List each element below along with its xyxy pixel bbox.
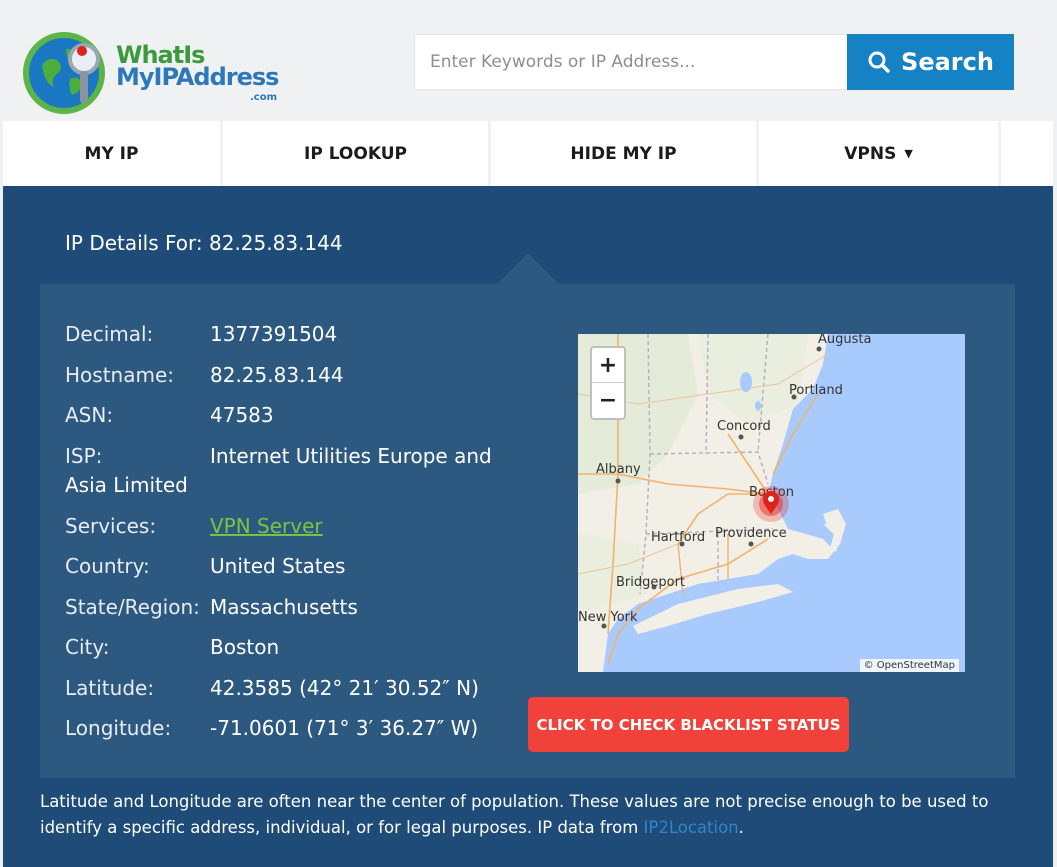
detail-row-asn: ASN: 47583 [65, 403, 515, 444]
map-label-augusta: Augusta [818, 334, 872, 347]
detail-row-longitude: Longitude: -71.0601 (71° 3′ 36.27″ W) [65, 716, 515, 757]
map-label-concord: Concord [717, 419, 771, 434]
detail-row-decimal: Decimal: 1377391504 [65, 322, 515, 363]
ip-details-list: Decimal: 1377391504 Hostname: 82.25.83.1… [65, 322, 515, 757]
nav-item-extra [1001, 121, 1053, 186]
nav-item-vpns[interactable]: VPNS ▼ [759, 121, 1001, 186]
detail-key: Decimal: [65, 322, 154, 346]
detail-row-latitude: Latitude: 42.3585 (42° 21′ 30.52″ N) [65, 676, 515, 717]
detail-row-state: State/Region: Massachusetts [65, 595, 515, 636]
detail-row-services: Services: VPN Server [65, 514, 515, 555]
detail-key: Services: [65, 513, 157, 538]
detail-value: Massachusetts [210, 594, 358, 619]
detail-key: ISP: [65, 443, 103, 468]
search-input[interactable]: Enter Keywords or IP Address... [414, 34, 847, 90]
logo-line-2: MyIPAddress [116, 63, 279, 91]
detail-row-isp: ISP: Internet Utilities Europe and Asia … [65, 444, 515, 514]
detail-row-hostname: Hostname: 82.25.83.144 [65, 363, 515, 404]
ip-details-title: IP Details For: 82.25.83.144 [65, 231, 343, 255]
panel-notch [497, 253, 559, 284]
nav-item-hide-my-ip[interactable]: HIDE MY IP [491, 121, 759, 186]
nav-item-label: IP LOOKUP [304, 143, 407, 164]
map-label-new-york: New York [578, 610, 638, 625]
detail-row-city: City: Boston [65, 635, 515, 676]
search-placeholder: Enter Keywords or IP Address... [430, 52, 696, 72]
detail-value: 1377391504 [210, 322, 338, 346]
main-nav: MY IP IP LOOKUP HIDE MY IP VPNS ▼ [3, 121, 1053, 186]
nav-item-label: VPNS [844, 143, 897, 164]
map-label-bridgeport: Bridgeport [616, 575, 686, 590]
map-label-portland: Portland [789, 383, 843, 398]
detail-value: Boston [210, 635, 280, 659]
detail-key: Hostname: [65, 362, 174, 387]
nav-item-label: MY IP [84, 143, 139, 164]
detail-value: 47583 [210, 403, 274, 427]
vpn-server-link[interactable]: VPN Server [210, 514, 323, 538]
detail-row-country: Country: United States [65, 554, 515, 595]
map-zoom-control: + − [590, 346, 626, 420]
map-label-albany: Albany [596, 462, 641, 477]
detail-key: Latitude: [65, 675, 155, 700]
detail-key: State/Region: [65, 594, 200, 619]
detail-key: Country: [65, 554, 150, 578]
detail-value-cont: Asia Limited [65, 472, 188, 497]
map-label-providence: Providence [715, 526, 787, 541]
location-marker-icon[interactable] [751, 484, 791, 524]
nav-item-label: HIDE MY IP [570, 143, 677, 164]
ip-details-section: IP Details For: 82.25.83.144 Decimal: 13… [3, 186, 1053, 867]
nav-item-ip-lookup[interactable]: IP LOOKUP [223, 121, 491, 186]
caret-down-icon: ▼ [904, 147, 913, 160]
disclaimer-body: Latitude and Longitude are often near th… [40, 792, 989, 837]
detail-key: ASN: [65, 403, 114, 427]
globe-logo-icon [23, 32, 105, 114]
disclaimer-end: . [738, 818, 744, 837]
check-blacklist-button[interactable]: CLICK TO CHECK BLACKLIST STATUS [528, 697, 849, 752]
zoom-in-button[interactable]: + [592, 348, 624, 383]
ip2location-link[interactable]: IP2Location [644, 818, 739, 837]
site-header: WhatIs MyIPAddress .com Enter Keywords o… [0, 0, 1057, 121]
logo-suffix: .com [250, 92, 278, 103]
search-button-label: Search [901, 48, 994, 76]
disclaimer-text: Latitude and Longitude are often near th… [40, 789, 1000, 841]
ip-details-panel: Decimal: 1377391504 Hostname: 82.25.83.1… [40, 284, 1015, 778]
detail-value: Internet Utilities Europe and [210, 443, 492, 468]
search-button[interactable]: Search [847, 34, 1014, 90]
detail-key: Longitude: [65, 716, 172, 740]
zoom-out-button[interactable]: − [592, 383, 624, 418]
detail-value: United States [210, 554, 346, 578]
location-map[interactable]: Augusta Portland Concord Albany Boston H… [578, 334, 965, 672]
logo-wordmark: WhatIs MyIPAddress .com [116, 43, 279, 103]
detail-value: 82.25.83.144 [210, 362, 344, 387]
detail-key: City: [65, 635, 110, 659]
detail-value: 42.3585 (42° 21′ 30.52″ N) [210, 675, 479, 700]
search-icon [868, 51, 890, 73]
detail-value: -71.0601 (71° 3′ 36.27″ W) [210, 716, 479, 740]
map-label-hartford: Hartford [651, 530, 706, 545]
map-attribution[interactable]: © OpenStreetMap [859, 659, 959, 672]
site-logo[interactable]: WhatIs MyIPAddress .com [22, 27, 292, 115]
nav-item-my-ip[interactable]: MY IP [3, 121, 223, 186]
